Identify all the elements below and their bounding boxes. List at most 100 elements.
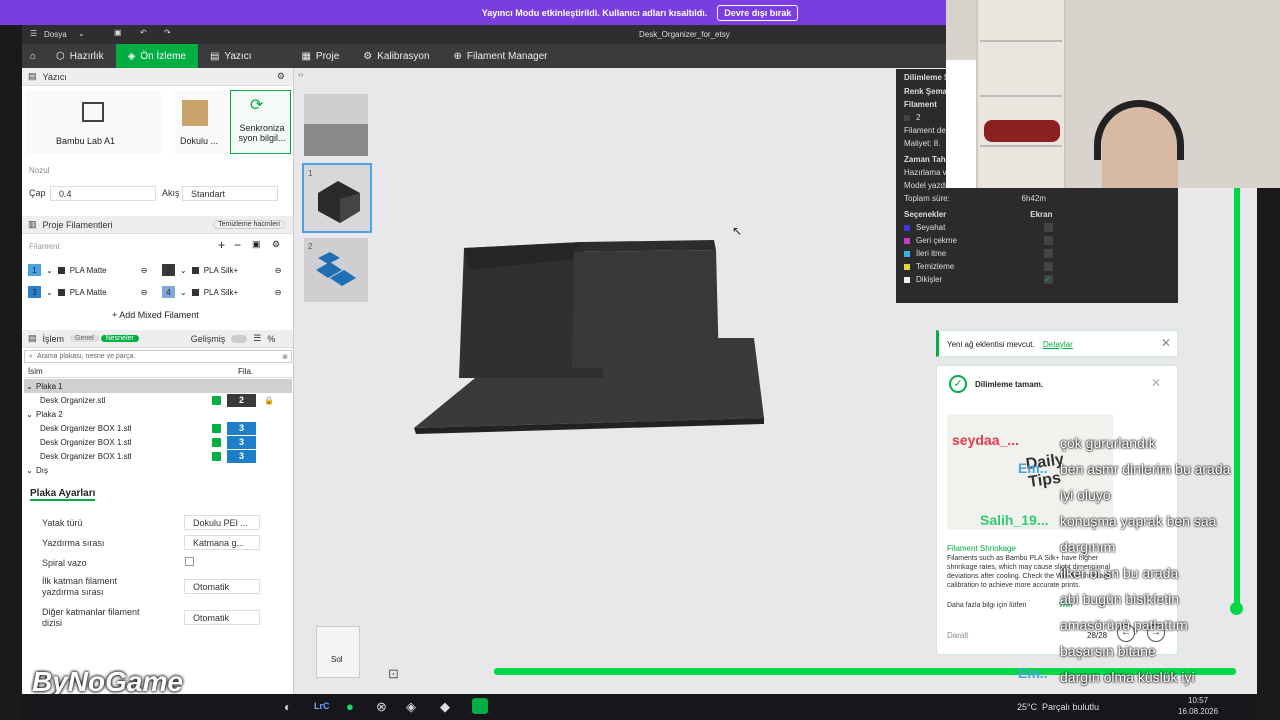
tab-filament-manager[interactable]: ⊕ Filament Manager bbox=[442, 44, 560, 68]
filament-chip[interactable]: 3 bbox=[227, 435, 256, 449]
filament-slot[interactable]: 4 ⌄ PLA Silk+ ⊖ bbox=[162, 284, 290, 300]
add-filament-icon[interactable]: + bbox=[218, 238, 225, 252]
plate-tree-row[interactable]: ⌄ Dış bbox=[24, 463, 292, 477]
advanced-toggle[interactable] bbox=[231, 334, 248, 343]
legend-option-row[interactable]: Temizleme bbox=[896, 260, 1178, 273]
percent-icon[interactable]: % bbox=[267, 334, 275, 344]
close-icon[interactable]: ✕ bbox=[1161, 336, 1171, 350]
visibility-checkbox[interactable] bbox=[1044, 262, 1053, 271]
list-icon[interactable]: ☰ bbox=[253, 333, 261, 344]
tab-objects[interactable]: Nesneler bbox=[100, 335, 139, 342]
remove-filament-icon[interactable]: ⊖ bbox=[275, 266, 282, 275]
active-app-icon[interactable] bbox=[472, 698, 488, 714]
taskbar-app-icon[interactable]: ◐ bbox=[284, 700, 291, 714]
spiral-vase-checkbox[interactable] bbox=[185, 557, 194, 566]
undo-icon[interactable]: ↶ bbox=[140, 28, 147, 37]
chevron-down-icon[interactable]: ⌄ bbox=[26, 410, 36, 419]
gear-icon[interactable]: ⚙ bbox=[277, 71, 285, 82]
collapse-sidebar-icon[interactable]: ‹› bbox=[298, 70, 303, 79]
filament-number-badge[interactable]: 1 bbox=[28, 264, 41, 276]
filament-chip[interactable]: 3 bbox=[227, 449, 256, 463]
details-link[interactable]: Detaylar bbox=[1043, 340, 1073, 349]
chevron-down-icon[interactable]: ⌄ bbox=[26, 382, 36, 391]
tab-project[interactable]: ▦ Proje bbox=[289, 44, 351, 68]
sync-button[interactable]: ⟳ Senkroniza syon bilgil... bbox=[230, 90, 291, 154]
close-icon[interactable]: ✕ bbox=[1151, 376, 1161, 390]
taskbar-app-icon[interactable]: ◆ bbox=[440, 699, 450, 715]
plate-card[interactable]: Dokulu ... bbox=[172, 90, 227, 154]
plate-thumbnail-2[interactable]: 2 bbox=[304, 238, 368, 302]
remove-filament-icon[interactable]: ⊖ bbox=[275, 288, 282, 297]
remove-filament-icon[interactable]: ⊖ bbox=[141, 266, 148, 275]
object-tree-row[interactable]: Desk Organizer BOX 1.stl 3 bbox=[24, 449, 292, 463]
bed-type-select[interactable]: Dokulu PEI ... bbox=[184, 515, 260, 530]
search-input[interactable]: ⌕ Arama plakası, nesne ve parça. ⊗ bbox=[24, 350, 292, 363]
visible-checkbox[interactable] bbox=[212, 423, 221, 433]
save-icon[interactable]: ▣ bbox=[114, 28, 122, 37]
visibility-checkbox[interactable] bbox=[1044, 249, 1053, 258]
plate-thumbnail-1[interactable]: 1 bbox=[302, 163, 372, 233]
menu-icon[interactable]: ☰ bbox=[30, 29, 37, 38]
remove-filament-icon[interactable]: − bbox=[234, 238, 241, 252]
print-order-select[interactable]: Katmana g... bbox=[184, 535, 260, 550]
filament-number-badge[interactable]: 4 bbox=[162, 286, 175, 298]
clear-search-icon[interactable]: ⊗ bbox=[282, 353, 288, 361]
lock-icon[interactable]: 🔒 bbox=[264, 396, 274, 405]
lightroom-icon[interactable]: LrC bbox=[314, 701, 330, 711]
view-cube[interactable]: Sol bbox=[316, 626, 360, 678]
flow-select[interactable]: Standart bbox=[182, 186, 278, 201]
file-menu[interactable]: Dosya bbox=[44, 30, 67, 39]
tab-prepare[interactable]: ⬡ Hazırlık bbox=[44, 44, 116, 68]
disable-streamer-mode-button[interactable]: Devre dışı bırak bbox=[717, 4, 799, 21]
xbox-icon[interactable]: ⊗ bbox=[376, 699, 387, 715]
sync-filament-icon[interactable]: ▣ bbox=[252, 239, 261, 250]
plate-tree-row[interactable]: ⌄ Plaka 2 bbox=[24, 407, 292, 421]
filament-chip[interactable]: 2 bbox=[227, 393, 256, 407]
filament-number-badge[interactable]: 3 bbox=[28, 286, 41, 298]
plate-thumbnail-0[interactable] bbox=[304, 94, 368, 156]
filament-slot[interactable]: 2 ⌄ PLA Silk+ ⊖ bbox=[162, 262, 290, 278]
visible-checkbox[interactable] bbox=[212, 437, 221, 447]
chevron-down-icon[interactable]: ⌄ bbox=[78, 29, 85, 38]
chevron-down-icon[interactable]: ⌄ bbox=[46, 288, 53, 297]
spotify-icon[interactable]: ● bbox=[346, 699, 354, 714]
legend-option-row[interactable]: Dikişler ✓ bbox=[896, 273, 1178, 286]
add-mixed-filament-button[interactable]: + Add Mixed Filament bbox=[112, 310, 199, 320]
legend-option-row[interactable]: İleri itme bbox=[896, 247, 1178, 260]
chevron-down-icon[interactable]: ⌄ bbox=[46, 266, 53, 275]
visibility-checkbox[interactable] bbox=[1044, 223, 1053, 232]
object-tree-row[interactable]: Desk Organizer BOX 1.stl 3 bbox=[24, 435, 292, 449]
visible-checkbox[interactable] bbox=[212, 451, 221, 461]
chevron-down-icon[interactable]: ⌄ bbox=[26, 466, 36, 475]
redo-icon[interactable]: ↷ bbox=[164, 28, 171, 37]
filament-number-badge[interactable]: 2 bbox=[162, 264, 175, 276]
chevron-down-icon[interactable]: ⌄ bbox=[180, 266, 187, 275]
other-layers-order-select[interactable]: Otomatik bbox=[184, 610, 260, 625]
diameter-select[interactable]: 0.4 bbox=[50, 186, 156, 201]
legend-option-row[interactable]: Geri çekme bbox=[896, 234, 1178, 247]
filament-slot[interactable]: 1 ⌄ PLA Matte ⊖ bbox=[28, 262, 156, 278]
plate-tree-row[interactable]: ⌄ Plaka 1 bbox=[24, 379, 292, 393]
first-layer-order-select[interactable]: Otomatik bbox=[184, 579, 260, 594]
screenshot-icon[interactable]: ⊡ bbox=[388, 666, 399, 682]
object-tree-row[interactable]: Desk Organizer.stl 2 🔒 bbox=[24, 393, 292, 407]
object-tree-row[interactable]: Desk Organizer BOX 1.stl 3 bbox=[24, 421, 292, 435]
legend-option-row[interactable]: Seyahat bbox=[896, 221, 1178, 234]
filament-settings-icon[interactable]: ⚙ bbox=[272, 239, 280, 250]
visibility-checkbox[interactable]: ✓ bbox=[1044, 275, 1053, 284]
visibility-checkbox[interactable] bbox=[1044, 236, 1053, 245]
printer-card[interactable]: Bambu Lab A1 bbox=[26, 90, 161, 154]
purge-volumes-button[interactable]: Temizleme hacmleri bbox=[213, 220, 285, 229]
chevron-down-icon[interactable]: ⌄ bbox=[180, 288, 187, 297]
bambu-studio-icon[interactable]: ◈ bbox=[406, 699, 416, 715]
tab-calibration[interactable]: ⚙ Kalibrasyon bbox=[351, 44, 441, 68]
home-icon[interactable]: ⌂ bbox=[22, 44, 44, 68]
remove-filament-icon[interactable]: ⊖ bbox=[141, 288, 148, 297]
tab-preview[interactable]: ◈ Ön İzleme bbox=[115, 44, 198, 68]
tab-device[interactable]: ▤ Yazıcı bbox=[198, 44, 264, 68]
filament-slot[interactable]: 3 ⌄ PLA Matte ⊖ bbox=[28, 284, 156, 300]
collapse-button[interactable]: Daralt bbox=[947, 631, 968, 640]
tab-general[interactable]: Genel bbox=[70, 335, 99, 342]
visible-checkbox[interactable] bbox=[212, 395, 221, 405]
filament-chip[interactable]: 3 bbox=[227, 421, 256, 435]
